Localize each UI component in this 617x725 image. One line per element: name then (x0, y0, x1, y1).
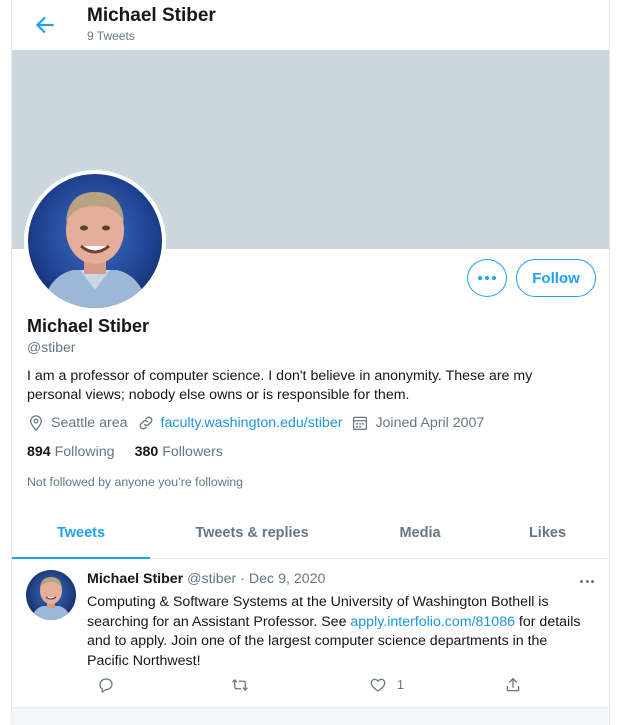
follow-button[interactable]: Follow (516, 259, 596, 297)
location-text: Seattle area (51, 415, 128, 431)
website-item: faculty.washington.edu/stiber (137, 414, 343, 432)
tab-likes[interactable]: Likes (486, 508, 609, 558)
reply-button[interactable] (97, 676, 115, 694)
share-button[interactable] (504, 676, 522, 694)
profile-tabs: Tweets Tweets & replies Media Likes (12, 508, 609, 559)
header-title: Michael Stiber (87, 5, 216, 26)
not-followed-note: Not followed by anyone you’re following (27, 475, 244, 489)
location-pin-icon (30, 415, 42, 432)
heart-icon (370, 678, 386, 692)
tweet-separator: · (240, 571, 245, 587)
tweet-link[interactable]: apply.interfolio.com/81086 (350, 614, 515, 630)
avatar-photo (28, 174, 162, 308)
tweet-avatar[interactable] (26, 570, 76, 620)
profile-meta: Seattle area faculty.washington.edu/stib… (27, 413, 493, 433)
retweet-icon (232, 679, 248, 691)
profile-column: Michael Stiber 9 Tweets Follow Michael S… (11, 0, 610, 725)
like-count: 1 (397, 678, 404, 692)
following-label: Following (54, 444, 115, 460)
more-horizontal-icon (580, 579, 584, 583)
profile-bio: I am a professor of computer science. I … (27, 368, 533, 403)
followers-label: Followers (162, 444, 223, 460)
tab-tweets[interactable]: Tweets (12, 508, 150, 559)
profile-more-button[interactable] (467, 259, 507, 297)
share-icon (506, 677, 520, 692)
header-tweet-count: 9 Tweets (87, 29, 135, 43)
tweet-more-button[interactable] (577, 572, 597, 590)
joined-item: Joined April 2007 (351, 414, 484, 432)
followers-link[interactable]: 380 Followers (135, 444, 223, 460)
following-link[interactable]: 894 Following (27, 444, 115, 460)
reply-icon (99, 678, 113, 693)
tab-media[interactable]: Media (354, 508, 486, 558)
tweet-date[interactable]: Dec 9, 2020 (249, 571, 326, 587)
next-tweet-edge (12, 708, 609, 725)
more-horizontal-icon (478, 276, 482, 280)
tweet-actions: 1 (87, 676, 527, 698)
back-button[interactable] (32, 12, 58, 38)
joined-text: Joined April 2007 (375, 415, 485, 431)
arrow-left-icon (35, 16, 54, 34)
profile-name: Michael Stiber (27, 316, 150, 336)
link-icon (139, 416, 152, 430)
profile-handle: @stiber (27, 339, 76, 355)
follow-stats: 894 Following 380 Followers (27, 444, 243, 460)
tweet[interactable]: Michael Stiber @stiber · Dec 9, 2020 Com… (12, 560, 609, 708)
following-count: 894 (27, 444, 51, 460)
like-button[interactable]: 1 (369, 676, 404, 694)
tweet-handle[interactable]: @stiber (187, 571, 236, 587)
tab-tweets-replies[interactable]: Tweets & replies (150, 508, 354, 558)
website-link[interactable]: faculty.washington.edu/stiber (161, 415, 343, 431)
location-item: Seattle area (27, 414, 128, 432)
calendar-icon (353, 416, 368, 431)
followers-count: 380 (134, 444, 159, 460)
tweet-text: Computing & Software Systems at the Univ… (87, 593, 592, 671)
profile-avatar[interactable] (24, 170, 166, 312)
tweet-header: Michael Stiber @stiber · Dec 9, 2020 (87, 571, 325, 587)
avatar-photo-small (26, 570, 76, 620)
tweet-author[interactable]: Michael Stiber (87, 571, 183, 587)
retweet-button[interactable] (231, 676, 249, 694)
top-bar: Michael Stiber 9 Tweets (12, 0, 609, 50)
